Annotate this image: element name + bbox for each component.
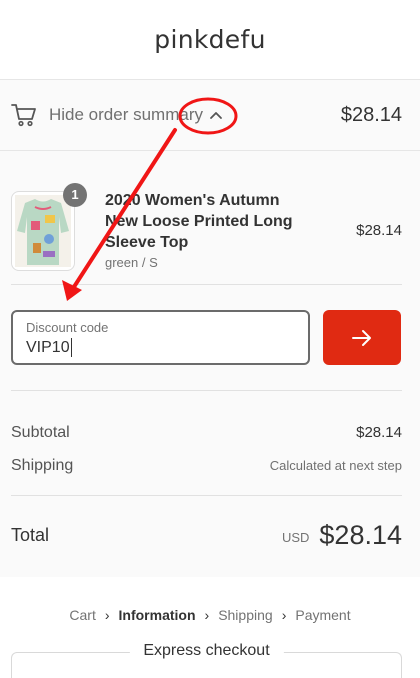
product-title: 2020 Women's Autumn New Loose Printed Lo…	[105, 191, 293, 251]
breadcrumb-separator: ›	[281, 607, 287, 623]
cart-icon	[11, 104, 36, 127]
breadcrumb: Cart › Information › Shipping › Payment	[0, 577, 420, 652]
discount-section: Discount code VIP10	[11, 285, 402, 391]
quantity-badge: 1	[63, 182, 87, 207]
discount-code-label: Discount code	[26, 320, 109, 335]
order-summary-toggle[interactable]: Hide order summary $28.14	[0, 80, 420, 151]
subtotal-label: Subtotal	[11, 423, 70, 441]
summary-total: $28.14	[340, 103, 402, 126]
order-summary-toggle-label[interactable]: Hide order summary	[49, 105, 223, 125]
total-label: Total	[11, 525, 50, 545]
subtotal-row: Subtotal $28.14	[11, 416, 402, 449]
line-item: 1 2020 Women's Autumn New Loose Printed …	[11, 151, 402, 285]
express-checkout-title: Express checkout	[129, 642, 284, 660]
product-thumbnail-wrap: 1	[11, 182, 87, 271]
toggle-label-text: Hide order summary	[49, 105, 203, 124]
shipping-label: Shipping	[11, 456, 74, 474]
arrow-right-icon	[352, 329, 371, 346]
subtotal-value: $28.14	[356, 424, 402, 441]
total-currency: USD	[281, 530, 310, 545]
total-value: $28.14	[319, 520, 402, 550]
discount-code-field[interactable]: Discount code VIP10	[11, 310, 310, 365]
breadcrumb-shipping: Shipping	[218, 607, 273, 623]
apply-discount-button[interactable]	[323, 310, 401, 365]
shipping-row: Shipping Calculated at next step	[11, 449, 402, 482]
breadcrumb-cart[interactable]: Cart	[69, 607, 95, 623]
breadcrumb-separator: ›	[204, 607, 210, 623]
cost-breakdown: Subtotal $28.14 Shipping Calculated at n…	[11, 391, 402, 496]
breadcrumb-information: Information	[118, 607, 196, 623]
store-name[interactable]: pinkdefu	[154, 25, 265, 54]
breadcrumb-separator: ›	[104, 607, 110, 623]
breadcrumb-payment: Payment	[295, 607, 351, 623]
store-header: pinkdefu	[0, 0, 420, 80]
text-caret	[70, 338, 72, 357]
order-summary-panel: 1 2020 Women's Autumn New Loose Printed …	[0, 151, 420, 577]
product-price: $28.14	[356, 222, 402, 239]
express-checkout: Express checkout	[11, 642, 402, 678]
chevron-up-icon	[210, 112, 222, 119]
product-variant: green / S	[105, 254, 158, 270]
shipping-value: Calculated at next step	[269, 458, 402, 473]
discount-code-value: VIP10	[26, 338, 70, 356]
sweater-image	[15, 194, 71, 267]
product-info: 2020 Women's Autumn New Loose Printed Lo…	[105, 190, 348, 272]
discount-code-input[interactable]: VIP10	[26, 338, 295, 357]
total-row: Total USD $28.14	[11, 496, 402, 575]
